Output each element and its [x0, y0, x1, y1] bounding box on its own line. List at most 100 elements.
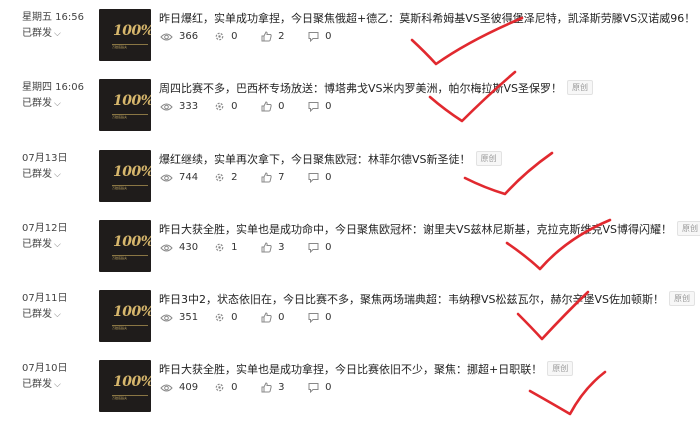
views-count: 744 — [179, 172, 199, 183]
post-meta: 星期四 16:06 已群发 ⌵ — [22, 80, 96, 112]
send-status-label: 已群发 — [22, 169, 52, 180]
post-title-link[interactable]: 周四比赛不多，巴西杯专场放送：博塔弗戈VS米内罗美洲，帕尔梅拉斯VS圣保罗！ 原创 — [159, 80, 594, 98]
post-thumbnail[interactable]: 100% 万磁底蹈夫 — [99, 150, 151, 202]
shares-stat[interactable]: 0 — [214, 312, 245, 323]
thumbnail-subtext: 万磁底蹈夫 — [112, 255, 148, 261]
shares-stat[interactable]: 0 — [214, 382, 245, 393]
likes-stat[interactable]: 2 — [261, 31, 292, 42]
thumbnail-text: 100% — [113, 234, 151, 250]
eye-icon — [160, 33, 173, 40]
post-title-link[interactable]: 昨日3中2，状态依旧在，今日比赛不多，聚焦两场瑞典超：韦纳穆VS松兹瓦尔，赫尔辛… — [159, 291, 696, 309]
comments-count: 0 — [325, 172, 332, 183]
send-status-dropdown[interactable]: 已群发 ⌵ — [22, 237, 96, 253]
comment-icon — [308, 313, 319, 323]
share-icon — [215, 383, 224, 392]
post-thumbnail[interactable]: 100% 万磁底蹈夫 — [99, 79, 151, 131]
post-row[interactable]: 星期四 16:06 已群发 ⌵ 100% 万磁底蹈夫 周四比赛不多，巴西杯专场放送：… — [0, 72, 700, 140]
likes-stat[interactable]: 3 — [261, 242, 292, 253]
post-title: 爆红继续，实单再次拿下，今日聚焦欧冠：林菲尔德VS新圣徒！ — [159, 153, 471, 166]
chevron-down-icon: ⌵ — [54, 29, 61, 39]
post-row[interactable]: 星期五 16:56 已群发 ⌵ 100% 万磁底蹈夫 昨日爆红，实单成功拿捏，今日聚… — [0, 2, 700, 70]
post-date: 07月12日 — [22, 223, 68, 234]
post-date: 07月11日 — [22, 293, 68, 304]
send-status-dropdown[interactable]: 已群发 ⌵ — [22, 377, 96, 393]
eye-icon — [160, 244, 173, 251]
send-status-dropdown[interactable]: 已群发 ⌵ — [22, 96, 96, 112]
thumbnail-subtext: 万磁底蹈夫 — [112, 44, 148, 50]
post-row[interactable]: 07月12日 已群发 ⌵ 100% 万磁底蹈夫 昨日大获全胜，实单也是成功命中，今日… — [0, 213, 700, 281]
chevron-down-icon: ⌵ — [54, 240, 61, 250]
comments-stat[interactable]: 0 — [308, 101, 339, 112]
views-stat[interactable]: 430 — [160, 242, 198, 253]
views-stat[interactable]: 744 — [160, 172, 198, 183]
thumbs-up-icon — [261, 172, 272, 183]
send-status-label: 已群发 — [22, 379, 52, 390]
post-title-link[interactable]: 昨日爆红，实单成功拿捏，今日聚焦俄超+德乙：莫斯科希姆基VS圣彼得堡泽尼特，凯泽… — [159, 10, 700, 28]
share-icon — [215, 173, 224, 182]
thumbnail-subtext: 万磁底蹈夫 — [112, 185, 148, 191]
likes-stat[interactable]: 7 — [261, 172, 292, 183]
share-icon — [215, 32, 224, 41]
post-stats: 366 0 2 0 — [160, 31, 355, 42]
chevron-down-icon: ⌵ — [54, 380, 61, 390]
comments-count: 0 — [325, 242, 332, 253]
views-stat[interactable]: 351 — [160, 312, 198, 323]
post-title-link[interactable]: 爆红继续，实单再次拿下，今日聚焦欧冠：林菲尔德VS新圣徒！ 原创 — [159, 151, 502, 169]
thumbs-up-icon — [261, 31, 272, 42]
post-meta: 星期五 16:56 已群发 ⌵ — [22, 10, 96, 42]
comments-stat[interactable]: 0 — [308, 31, 339, 42]
comment-icon — [308, 102, 319, 112]
chevron-down-icon: ⌵ — [54, 99, 61, 109]
shares-count: 1 — [231, 242, 238, 253]
share-icon — [215, 313, 224, 322]
thumbnail-text: 100% — [113, 374, 151, 390]
shares-count: 0 — [231, 382, 238, 393]
comment-icon — [308, 383, 319, 393]
send-status-dropdown[interactable]: 已群发 ⌵ — [22, 167, 96, 183]
chevron-down-icon: ⌵ — [54, 170, 61, 180]
thumbs-up-icon — [261, 382, 272, 393]
post-thumbnail[interactable]: 100% 万磁底蹈夫 — [99, 290, 151, 342]
views-stat[interactable]: 333 — [160, 101, 198, 112]
post-thumbnail[interactable]: 100% 万磁底蹈夫 — [99, 9, 151, 61]
comments-stat[interactable]: 0 — [308, 172, 339, 183]
views-count: 351 — [179, 312, 199, 323]
shares-stat[interactable]: 1 — [214, 242, 245, 253]
comments-count: 0 — [325, 312, 332, 323]
post-thumbnail[interactable]: 100% 万磁底蹈夫 — [99, 220, 151, 272]
post-row[interactable]: 07月11日 已群发 ⌵ 100% 万磁底蹈夫 昨日3中2，状态依旧在，今日比赛不多… — [0, 283, 700, 351]
post-title-link[interactable]: 昨日大获全胜，实单也是成功拿捏，今日比赛依旧不少，聚焦：挪超+日职联！ 原创 — [159, 361, 574, 379]
likes-stat[interactable]: 3 — [261, 382, 292, 393]
shares-count: 2 — [231, 172, 238, 183]
post-stats: 333 0 0 0 — [160, 101, 355, 112]
send-status-dropdown[interactable]: 已群发 ⌵ — [22, 26, 96, 42]
comments-stat[interactable]: 0 — [308, 382, 339, 393]
post-row[interactable]: 07月13日 已群发 ⌵ 100% 万磁底蹈夫 爆红继续，实单再次拿下，今日聚焦欧冠… — [0, 143, 700, 211]
likes-count: 3 — [278, 382, 285, 393]
views-stat[interactable]: 409 — [160, 382, 198, 393]
comments-stat[interactable]: 0 — [308, 242, 339, 253]
eye-icon — [160, 103, 173, 110]
post-row[interactable]: 07月10日 已群发 ⌵ 100% 万磁底蹈夫 昨日大获全胜，实单也是成功拿捏，今日… — [0, 353, 700, 421]
shares-stat[interactable]: 2 — [214, 172, 245, 183]
share-icon — [215, 243, 224, 252]
views-stat[interactable]: 366 — [160, 31, 198, 42]
likes-stat[interactable]: 0 — [261, 312, 292, 323]
post-thumbnail[interactable]: 100% 万磁底蹈夫 — [99, 360, 151, 412]
chevron-down-icon: ⌵ — [54, 310, 61, 320]
likes-count: 0 — [278, 101, 285, 112]
views-count: 409 — [179, 382, 199, 393]
comments-stat[interactable]: 0 — [308, 312, 339, 323]
post-date: 星期五 16:56 — [22, 12, 84, 23]
post-title-link[interactable]: 昨日大获全胜，实单也是成功命中，今日聚焦欧冠杯：谢里夫VS兹林尼斯基，克拉克斯维… — [159, 221, 700, 239]
post-date: 星期四 16:06 — [22, 82, 84, 93]
views-count: 430 — [179, 242, 199, 253]
shares-stat[interactable]: 0 — [214, 31, 245, 42]
shares-count: 0 — [231, 312, 238, 323]
shares-stat[interactable]: 0 — [214, 101, 245, 112]
likes-stat[interactable]: 0 — [261, 101, 292, 112]
eye-icon — [160, 174, 173, 181]
send-status-dropdown[interactable]: 已群发 ⌵ — [22, 307, 96, 323]
likes-count: 3 — [278, 242, 285, 253]
post-title: 周四比赛不多，巴西杯专场放送：博塔弗戈VS米内罗美洲，帕尔梅拉斯VS圣保罗！ — [159, 82, 563, 95]
